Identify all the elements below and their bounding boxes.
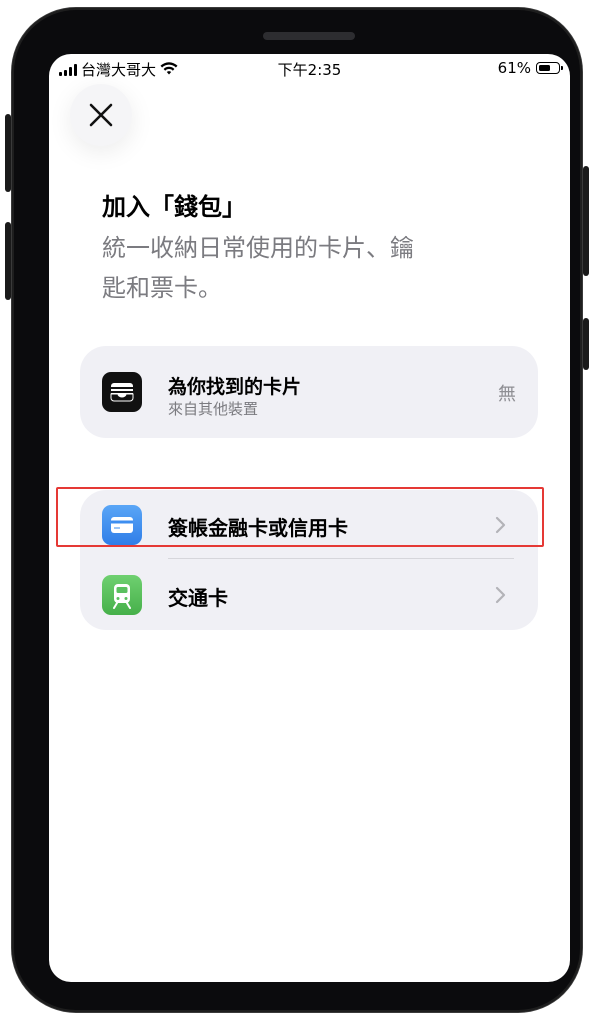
battery-percent: 61% bbox=[497, 59, 531, 77]
status-bar: 台灣大哥大 下午2:35 61% bbox=[49, 54, 570, 84]
silent-switch bbox=[5, 114, 11, 192]
found-cards-title: 為你找到的卡片 bbox=[168, 376, 302, 398]
earpiece-speaker bbox=[263, 32, 355, 40]
found-cards-subtitle: 來自其他裝置 bbox=[168, 400, 259, 418]
close-button[interactable] bbox=[70, 84, 132, 146]
highlight-box bbox=[56, 487, 544, 547]
battery-fill bbox=[539, 65, 550, 71]
power-button bbox=[583, 166, 589, 276]
close-icon bbox=[89, 103, 113, 127]
row-divider bbox=[168, 558, 514, 559]
battery-group: 61% bbox=[497, 59, 563, 77]
list-item-transit[interactable]: 交通卡 bbox=[80, 560, 538, 630]
wallet-icon bbox=[102, 372, 142, 412]
status-time: 下午2:35 bbox=[277, 61, 342, 79]
side-button-lower bbox=[583, 318, 589, 370]
page-subtitle: 統一收納日常使用的卡片、鑰匙和票卡。 bbox=[102, 234, 414, 302]
phone-frame: 台灣大哥大 下午2:35 61% 加入「錢包」 統一收納日常使用的卡片、鑰匙和票… bbox=[5, 8, 589, 1012]
found-cards-section[interactable]: 為你找到的卡片 來自其他裝置 無 bbox=[80, 346, 538, 438]
chevron-right-icon bbox=[495, 586, 506, 604]
row-label-transit: 交通卡 bbox=[168, 586, 228, 610]
battery-icon bbox=[536, 62, 563, 74]
volume-button bbox=[5, 222, 11, 300]
page-title: 加入「錢包」 bbox=[102, 193, 246, 221]
found-cards-value: 無 bbox=[498, 384, 516, 405]
screen: 台灣大哥大 下午2:35 61% 加入「錢包」 統一收納日常使用的卡片、鑰匙和票… bbox=[49, 54, 570, 982]
train-icon bbox=[102, 575, 142, 615]
